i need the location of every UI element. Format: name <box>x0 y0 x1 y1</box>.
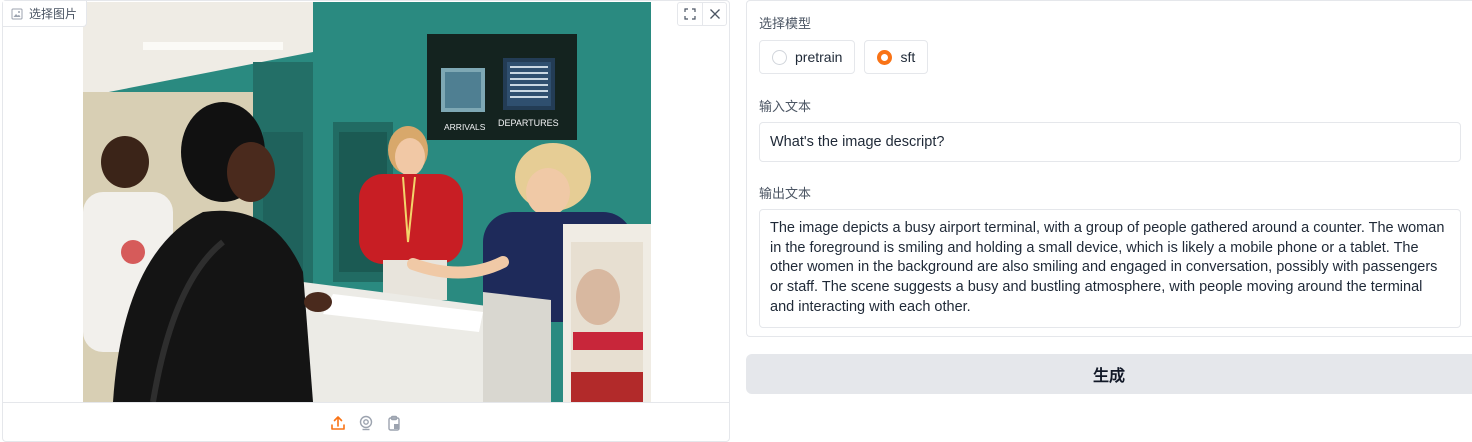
fullscreen-icon[interactable] <box>678 3 702 25</box>
image-input-panel: 选择图片 ARRIVALS DEPARTURES <box>2 0 730 442</box>
model-select-label: 选择模型 <box>759 16 812 31</box>
image-panel-label-text: 选择图片 <box>29 7 78 21</box>
radio-sft-label: sft <box>900 49 916 65</box>
radio-pretrain-indicator[interactable] <box>772 49 787 65</box>
output-text-label: 输出文本 <box>759 186 812 201</box>
radio-pretrain[interactable]: pretrain <box>759 40 856 74</box>
radio-sft[interactable]: sft <box>864 40 929 74</box>
output-text-field[interactable]: The image depicts a busy airport termina… <box>759 209 1461 328</box>
radio-sft-indicator[interactable] <box>877 49 893 65</box>
model-radio-group: pretrain sft <box>759 40 929 74</box>
upload-icon[interactable] <box>329 414 347 432</box>
image-panel-label: 选择图片 <box>3 1 88 27</box>
image-source-bar <box>3 402 729 442</box>
radio-pretrain-label: pretrain <box>795 49 843 65</box>
input-text-label: 输入文本 <box>759 99 812 114</box>
departures-sign: DEPARTURES <box>498 118 559 128</box>
generate-button[interactable]: 生成 <box>746 354 1472 394</box>
close-icon[interactable] <box>702 3 726 25</box>
image-icon <box>11 8 23 20</box>
form-panel: 选择模型 pretrain sft 输入文本 What's the image … <box>746 0 1472 337</box>
webcam-icon[interactable] <box>357 414 375 432</box>
uploaded-photo: ARRIVALS DEPARTURES <box>83 2 651 402</box>
image-toolbar <box>677 2 727 26</box>
input-text-field[interactable]: What's the image descript? <box>759 122 1461 162</box>
arrivals-sign: ARRIVALS <box>444 122 486 132</box>
clipboard-icon[interactable] <box>385 414 403 432</box>
